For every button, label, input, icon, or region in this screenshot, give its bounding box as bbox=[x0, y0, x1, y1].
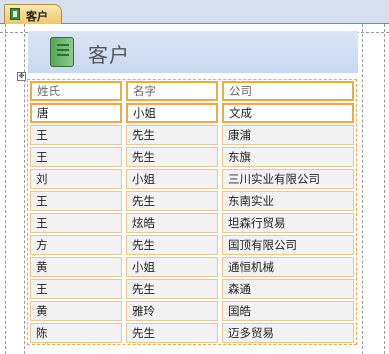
first-name-field[interactable]: 炫皓 bbox=[126, 213, 218, 233]
column-header-first-name[interactable]: 名字 bbox=[126, 81, 218, 101]
table-row: 唐小姐 文成 bbox=[28, 102, 356, 124]
company-field[interactable]: 坦森行贸易 bbox=[222, 213, 354, 233]
company-field[interactable]: 通恒机械 bbox=[222, 257, 354, 277]
first-name-field[interactable]: 小姐 bbox=[126, 257, 218, 277]
column-header-last-name[interactable]: 姓氏 bbox=[30, 81, 122, 101]
last-name-field[interactable]: 王 bbox=[30, 279, 122, 299]
table-row: 方先生 国顶有限公司 bbox=[28, 234, 356, 256]
first-name-field[interactable]: 先生 bbox=[126, 235, 218, 255]
tab-customers[interactable]: 客户 bbox=[4, 4, 62, 24]
form-icon bbox=[10, 8, 20, 20]
table-row: 刘小姐 三川实业有限公司 bbox=[28, 168, 356, 190]
last-name-field[interactable]: 王 bbox=[30, 191, 122, 211]
company-field[interactable]: 国顶有限公司 bbox=[222, 235, 354, 255]
table-row: 王先生 东旗 bbox=[28, 146, 356, 168]
last-name-field[interactable]: 刘 bbox=[30, 169, 122, 189]
control-layout-table: 姓氏 名字 公司 唐小姐 文成王先生 康浦王先生 东旗刘小姐 三川实业有限公司王先生 东南… bbox=[27, 79, 357, 345]
form-book-icon bbox=[50, 37, 74, 67]
table-row: 黄小姐 通恒机械 bbox=[28, 256, 356, 278]
first-name-field[interactable]: 先生 bbox=[126, 125, 218, 145]
layout-move-handle-icon[interactable]: ✥ bbox=[17, 72, 26, 81]
last-name-field[interactable]: 王 bbox=[30, 213, 122, 233]
first-name-field[interactable]: 先生 bbox=[126, 147, 218, 167]
last-name-field[interactable]: 黄 bbox=[30, 301, 122, 321]
first-name-field[interactable]: 小姐 bbox=[126, 169, 218, 189]
company-field[interactable]: 康浦 bbox=[222, 125, 354, 145]
company-field[interactable]: 文成 bbox=[222, 103, 354, 123]
last-name-field[interactable]: 方 bbox=[30, 235, 122, 255]
company-field[interactable]: 东旗 bbox=[222, 147, 354, 167]
first-name-field[interactable]: 先生 bbox=[126, 279, 218, 299]
table-row: 王先生 森通 bbox=[28, 278, 356, 300]
document-tab-strip: 客户 bbox=[0, 0, 389, 24]
company-field[interactable]: 迈多贸易 bbox=[222, 323, 354, 343]
first-name-field[interactable]: 雅玲 bbox=[126, 301, 218, 321]
table-row: 王炫皓 坦森行贸易 bbox=[28, 212, 356, 234]
last-name-field[interactable]: 王 bbox=[30, 147, 122, 167]
grid-line bbox=[362, 24, 363, 354]
company-field[interactable]: 国皓 bbox=[222, 301, 354, 321]
table-row: 王先生 康浦 bbox=[28, 124, 356, 146]
first-name-field[interactable]: 先生 bbox=[126, 323, 218, 343]
grid-line bbox=[5, 24, 6, 354]
first-name-field[interactable]: 先生 bbox=[126, 191, 218, 211]
table-row: 陈先生 迈多贸易 bbox=[28, 322, 356, 344]
form-header: 客户 bbox=[28, 31, 358, 73]
table-row: 黄雅玲 国皓 bbox=[28, 300, 356, 322]
last-name-field[interactable]: 唐 bbox=[30, 103, 122, 123]
tab-label: 客户 bbox=[26, 10, 48, 23]
form-title: 客户 bbox=[88, 43, 130, 67]
last-name-field[interactable]: 王 bbox=[30, 125, 122, 145]
last-name-field[interactable]: 黄 bbox=[30, 257, 122, 277]
form-design-area[interactable]: 客户 ✥ 姓氏 名字 公司 唐小姐 文成王先生 康浦王先生 东旗刘小姐 三川实业有限公司… bbox=[0, 24, 389, 354]
company-field[interactable]: 东南实业 bbox=[222, 191, 354, 211]
table-row: 王先生 东南实业 bbox=[28, 190, 356, 212]
last-name-field[interactable]: 陈 bbox=[30, 323, 122, 343]
first-name-field[interactable]: 小姐 bbox=[126, 103, 218, 123]
company-field[interactable]: 三川实业有限公司 bbox=[222, 169, 354, 189]
header-row: 姓氏 名字 公司 bbox=[28, 80, 356, 102]
column-header-company[interactable]: 公司 bbox=[222, 81, 354, 101]
grid-line bbox=[384, 24, 385, 354]
company-field[interactable]: 森通 bbox=[222, 279, 354, 299]
